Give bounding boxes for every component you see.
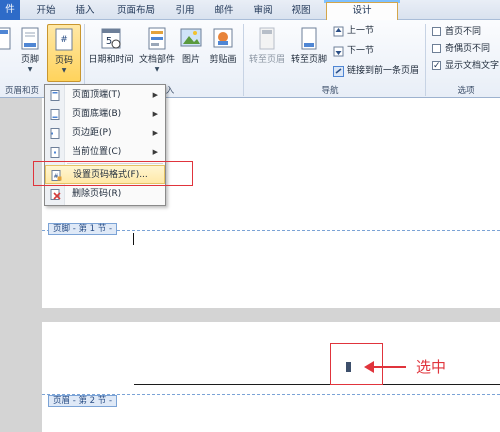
- menu-item-top-of-page[interactable]: 页面顶端(T) ▶: [45, 86, 165, 105]
- page-number-button[interactable]: # 页码 ▼: [47, 24, 81, 82]
- document-page-2[interactable]: [42, 322, 500, 432]
- red-arrow-icon: [364, 361, 406, 373]
- date-time-button[interactable]: 5 日期和时间: [86, 24, 136, 82]
- group-label-navigation: 导航: [321, 86, 339, 96]
- show-document-text-label: 显示文档文字: [445, 61, 500, 71]
- menu-item-label: 页边距(P): [72, 128, 112, 138]
- page-margin-icon: [50, 128, 61, 139]
- page-number-button-label: 页码: [54, 56, 73, 66]
- link-to-previous-button[interactable]: 链接到前一条页眉: [333, 64, 419, 79]
- chevron-down-icon: ▼: [61, 67, 67, 74]
- svg-text:#: #: [60, 35, 68, 45]
- page-bottom-icon: [50, 109, 61, 120]
- chevron-down-icon: ▼: [27, 66, 33, 73]
- previous-section-icon: [333, 26, 344, 37]
- group-label-header-footer: 页眉和页: [4, 86, 39, 96]
- tab-view[interactable]: 视图: [282, 3, 320, 20]
- submenu-arrow-icon: ▶: [152, 129, 158, 137]
- callout-label: 选中: [416, 358, 447, 376]
- date-time-button-label: 日期和时间: [88, 55, 134, 65]
- document-parts-button[interactable]: 文档部件 ▼: [137, 24, 177, 82]
- page-top-icon: [50, 90, 61, 101]
- clip-art-button-label: 剪贴画: [209, 55, 237, 65]
- tab-file[interactable]: 件: [0, 0, 20, 20]
- goto-footer-button[interactable]: 转至页脚: [288, 24, 330, 82]
- svg-text:5: 5: [106, 36, 112, 47]
- menu-item-label: 当前位置(C): [72, 147, 122, 157]
- next-section-icon: [333, 46, 344, 57]
- tab-design[interactable]: 设计: [326, 2, 398, 20]
- picture-button-label: 图片: [181, 55, 200, 65]
- goto-footer-icon: [298, 26, 320, 52]
- goto-footer-button-label: 转至页脚: [290, 55, 327, 65]
- different-first-page-checkbox[interactable]: 首页不同: [432, 25, 481, 39]
- clip-art-icon: [212, 26, 234, 52]
- document-parts-icon: [146, 26, 168, 52]
- current-position-icon: [50, 147, 61, 158]
- chevron-down-icon: ▼: [154, 66, 160, 73]
- footer-button-label: 页脚: [20, 55, 39, 65]
- checkbox-box: [432, 27, 441, 36]
- menu-item-label: 页面顶端(T): [72, 90, 121, 100]
- page-number-icon: #: [53, 27, 75, 53]
- header-rule-line: [134, 384, 500, 385]
- different-first-page-label: 首页不同: [445, 27, 482, 37]
- menu-item-page-margins[interactable]: 页边距(P) ▶: [45, 124, 165, 143]
- footer-section-tag: 页脚 - 第 1 节 -: [48, 223, 118, 235]
- document-parts-button-label: 文档部件: [138, 55, 175, 65]
- previous-section-button[interactable]: 上一节: [333, 24, 374, 39]
- goto-header-button[interactable]: 转至页眉: [246, 24, 288, 82]
- checkbox-box-checked: [432, 59, 441, 73]
- footer-button[interactable]: 页脚 ▼: [13, 24, 47, 82]
- calendar-icon: 5: [100, 26, 122, 52]
- menu-item-bottom-of-page[interactable]: 页面底端(B) ▶: [45, 105, 165, 124]
- link-to-previous-label: 链接到前一条页眉: [347, 66, 420, 76]
- next-section-button[interactable]: 下一节: [333, 44, 374, 59]
- show-document-text-checkbox[interactable]: 显示文档文字: [432, 59, 499, 73]
- menu-item-label: 删除页码(R): [72, 189, 122, 199]
- picture-button[interactable]: 图片: [178, 24, 204, 82]
- checkbox-box: [432, 44, 441, 53]
- goto-header-icon: [256, 26, 278, 52]
- different-odd-even-checkbox[interactable]: 奇偶页不同: [432, 42, 490, 56]
- header-section-tag: 页眉 - 第 2 节 -: [48, 395, 118, 407]
- menu-item-current-position[interactable]: 当前位置(C) ▶: [45, 143, 165, 162]
- page-number-menu: 页面顶端(T) ▶ 页面底端(B) ▶ 页边距(P) ▶ 当前位置(C) ▶ #…: [44, 84, 166, 206]
- submenu-arrow-icon: ▶: [152, 91, 158, 99]
- highlight-box-format-item: [33, 161, 193, 186]
- next-section-label: 下一节: [347, 46, 375, 56]
- tab-review[interactable]: 审阅: [246, 3, 280, 20]
- header-icon: [0, 26, 14, 52]
- submenu-arrow-icon: ▶: [152, 110, 158, 118]
- tab-page-layout[interactable]: 页面布局: [106, 3, 166, 20]
- clip-art-button[interactable]: 剪贴画: [205, 24, 241, 82]
- text-cursor: [133, 233, 134, 245]
- different-odd-even-label: 奇偶页不同: [445, 44, 491, 54]
- tab-mailings[interactable]: 邮件: [206, 3, 242, 20]
- link-icon: [333, 66, 344, 77]
- ribbon-tab-bar: 件 开始 插入 页面布局 引用 邮件 审阅 视图 设计: [0, 0, 500, 20]
- menu-item-remove-page-numbers[interactable]: 删除页码(R): [45, 185, 165, 204]
- header-button-partial[interactable]: [0, 24, 11, 82]
- picture-icon: [180, 26, 202, 52]
- tab-insert[interactable]: 插入: [66, 3, 104, 20]
- previous-section-label: 上一节: [347, 26, 375, 36]
- group-label-options: 选项: [457, 86, 475, 96]
- group-divider: [425, 24, 426, 96]
- goto-header-button-label: 转至页眉: [248, 55, 285, 65]
- menu-item-label: 页面底端(B): [72, 109, 122, 119]
- footer-icon: [19, 26, 41, 52]
- remove-page-number-icon: [50, 189, 61, 200]
- group-divider: [243, 24, 244, 96]
- submenu-arrow-icon: ▶: [152, 148, 158, 156]
- tab-references[interactable]: 引用: [166, 3, 204, 20]
- tab-home[interactable]: 开始: [26, 3, 66, 20]
